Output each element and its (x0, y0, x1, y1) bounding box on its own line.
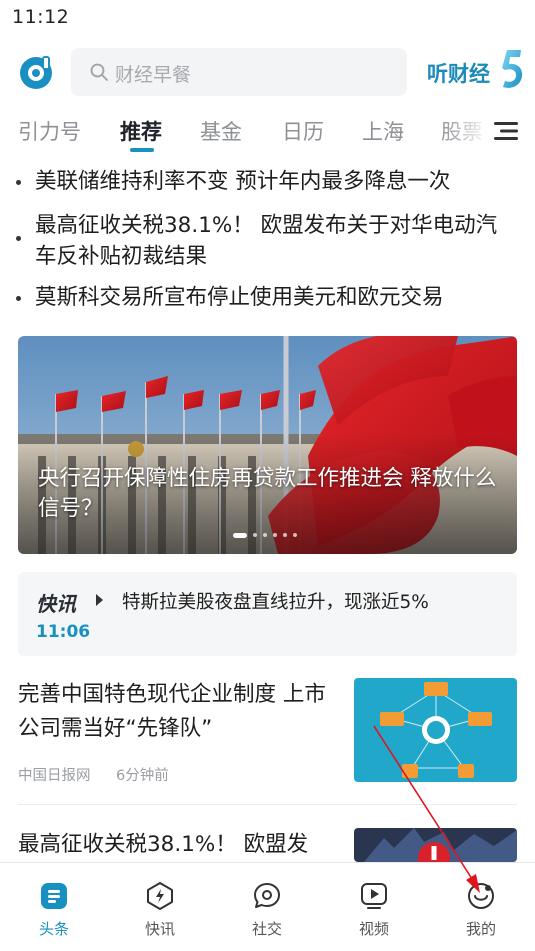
article-title: 最高征收关税38.1%！ 欧盟发 (18, 832, 309, 857)
search-placeholder: 财经早餐 (115, 64, 192, 86)
headline-text: 最高征收关税38.1%！ 欧盟发布关于对华电动汽车反补贴初裁结果 (35, 213, 498, 269)
divider (18, 804, 517, 805)
nav-profile[interactable]: 我的 (441, 863, 521, 951)
banner-carousel[interactable]: 央行召开保障性住房再贷款工作推进会 释放什么信号？ (18, 336, 517, 554)
article-card[interactable]: 最高征收关税38.1%！ 欧盟发 (18, 828, 517, 862)
article-card[interactable]: 完善中国特色现代企业制度 上市公司需当好“先锋队” 中国日报网 6分钟前 (18, 678, 517, 788)
nav-video[interactable]: 视频 (334, 863, 414, 951)
nav-label: 我的 (465, 920, 496, 938)
search-bar[interactable]: 财经早餐 (71, 48, 407, 96)
status-time: 11:12 (12, 6, 70, 28)
nav-label: 头条 (38, 920, 69, 938)
nav-label: 视频 (358, 920, 389, 938)
article-source: 中国日报网 (18, 768, 91, 784)
headlines-icon (41, 883, 67, 909)
flash-news-card[interactable]: 快讯 特斯拉美股夜盘直线拉升，现涨近5% 11:06 (18, 572, 517, 656)
flash-icon (147, 882, 173, 910)
tab-yinlihao[interactable]: 引力号 (18, 116, 81, 146)
search-icon (90, 63, 108, 81)
video-icon (361, 883, 387, 909)
headline-item[interactable]: 美联储维持利率不变 预计年内最多降息一次 (16, 166, 516, 198)
channel-tabs: 引力号 推荐 基金 日历 上海 股票 (0, 106, 535, 154)
nav-social[interactable]: 社交 (227, 863, 307, 951)
tab-fund[interactable]: 基金 (200, 116, 242, 146)
app-logo-icon[interactable] (16, 52, 56, 92)
bullet (16, 236, 21, 241)
flash-news-time: 11:06 (36, 622, 91, 642)
article-title: 完善中国特色现代企业制度 上市公司需当好“先锋队” (18, 682, 326, 741)
nav-label: 社交 (251, 920, 282, 938)
tab-shanghai[interactable]: 上海 (362, 116, 404, 146)
carousel-dot-active (233, 533, 247, 538)
nav-headlines[interactable]: 头条 (14, 863, 94, 951)
headline-text: 莫斯科交易所宣布停止使用美元和欧元交易 (35, 285, 444, 310)
tab-recommend[interactable]: 推荐 (120, 116, 162, 146)
carousel-dot (283, 533, 287, 537)
headline-item[interactable]: 莫斯科交易所宣布停止使用美元和欧元交易 (16, 282, 516, 314)
nav-flash[interactable]: 快讯 (120, 863, 200, 951)
flash-news-label: 快讯 (36, 592, 76, 616)
tab-calendar[interactable]: 日历 (282, 116, 324, 146)
header: 财经早餐 听财经 (0, 38, 535, 106)
bullet (16, 180, 21, 185)
carousel-dot (263, 533, 267, 537)
status-bar: 11:12 (0, 0, 535, 38)
play-arrow-icon (96, 594, 103, 606)
nav-label: 快讯 (144, 920, 175, 938)
flash-news-text: 特斯拉美股夜盘直线拉升，现涨近5% (122, 592, 429, 613)
listen-finance-label: 听财经 (427, 62, 490, 86)
article-thumbnail (354, 828, 517, 862)
headline-item[interactable]: 最高征收关税38.1%！ 欧盟发布关于对华电动汽车反补贴初裁结果 (16, 210, 516, 272)
article-thumbnail (354, 678, 517, 782)
banner-title: 央行召开保障性住房再贷款工作推进会 释放什么信号？ (38, 466, 497, 521)
audio-five-icon (502, 50, 523, 88)
headline-text: 美联储维持利率不变 预计年内最多降息一次 (35, 169, 451, 194)
article-time: 6分钟前 (116, 768, 169, 784)
active-tab-indicator (130, 148, 154, 152)
bullet (16, 296, 21, 301)
carousel-dot (293, 533, 297, 537)
carousel-dot (273, 533, 277, 537)
tabs-fade (440, 106, 490, 154)
bottom-navigation: 头条 快讯 社交 视频 我的 (0, 862, 535, 951)
profile-icon (468, 883, 494, 909)
social-icon (254, 883, 280, 908)
channel-menu-icon[interactable] (494, 120, 518, 142)
carousel-dot (253, 533, 257, 537)
listen-finance-button[interactable]: 听财经 (425, 50, 525, 90)
